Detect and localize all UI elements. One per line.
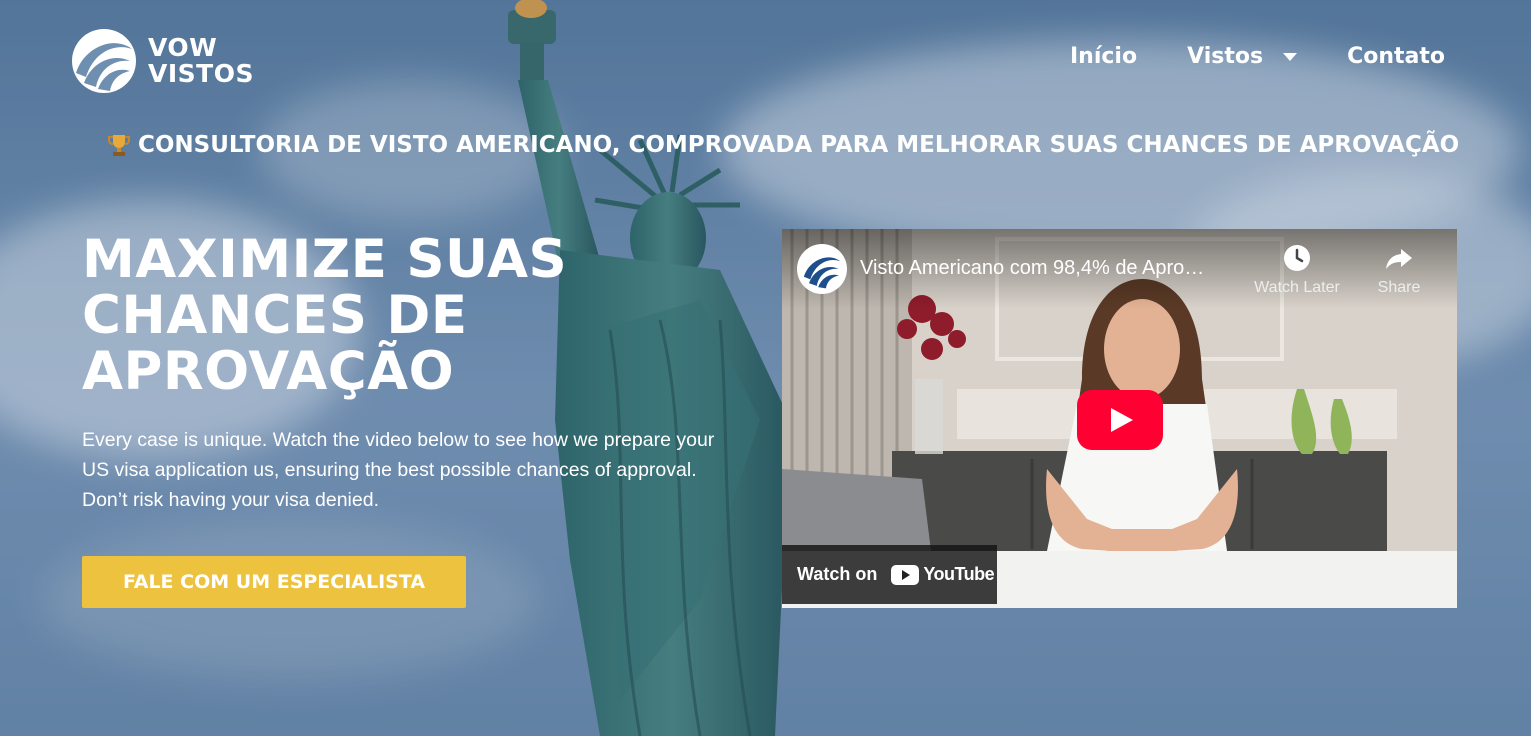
tagline-text: CONSULTORIA DE VISTO AMERICANO, COMPROVA…: [138, 132, 1460, 158]
share-label: Share: [1377, 279, 1421, 296]
channel-avatar[interactable]: [797, 244, 847, 294]
nav-item-home[interactable]: Início: [1070, 44, 1137, 69]
hero-title: MAXIMIZE SUAS CHANCES DE APROVAÇÃO: [82, 232, 602, 400]
nav-item-visas-label: Vistos: [1187, 44, 1264, 69]
trophy-icon: [108, 135, 130, 156]
youtube-wordmark: YouTube: [923, 564, 995, 584]
main-nav: Início Vistos Contato: [1070, 44, 1445, 69]
nav-item-contact[interactable]: Contato: [1347, 44, 1445, 69]
watch-on-youtube-button[interactable]: Watch on YouTube: [782, 545, 997, 604]
hero-description: Every case is unique. Watch the video be…: [82, 429, 715, 511]
youtube-video-embed[interactable]: Visto Americano com 98,4% de Apro… Watch…: [782, 229, 1457, 608]
watch-later-label: Watch Later: [1254, 279, 1340, 296]
clock-icon: [1284, 245, 1310, 271]
nav-item-visas[interactable]: Vistos: [1187, 44, 1298, 69]
site-header: VOW VISTOS Início Vistos Contato: [0, 0, 1531, 120]
share-icon: [1386, 249, 1412, 269]
logo-line-2: VISTOS: [148, 59, 254, 88]
chevron-down-icon: [1283, 52, 1298, 61]
hero-title-line: MAXIMIZE SUAS: [82, 229, 568, 290]
logo-line-1: VOW: [148, 33, 218, 62]
youtube-logo: YouTube: [891, 564, 995, 585]
logo-icon: [72, 29, 136, 93]
video-title[interactable]: Visto Americano com 98,4% de Apro…: [860, 257, 1204, 280]
tagline: CONSULTORIA DE VISTO AMERICANO, COMPROVA…: [0, 132, 1531, 158]
logo[interactable]: VOW VISTOS: [70, 27, 254, 95]
hero-title-line: APROVAÇÃO: [82, 341, 455, 402]
contact-specialist-button[interactable]: FALE COM UM ESPECIALISTA: [82, 556, 466, 608]
watch-on-label: Watch on: [797, 564, 878, 584]
logo-wordmark: VOW VISTOS: [148, 35, 254, 87]
hero-title-line: CHANCES DE: [82, 285, 468, 346]
youtube-icon: [891, 564, 920, 585]
share-button[interactable]: Share: [1349, 243, 1449, 297]
watch-later-button[interactable]: Watch Later: [1247, 243, 1347, 297]
play-button-icon[interactable]: [1077, 390, 1163, 450]
channel-logo-icon: [801, 248, 843, 290]
